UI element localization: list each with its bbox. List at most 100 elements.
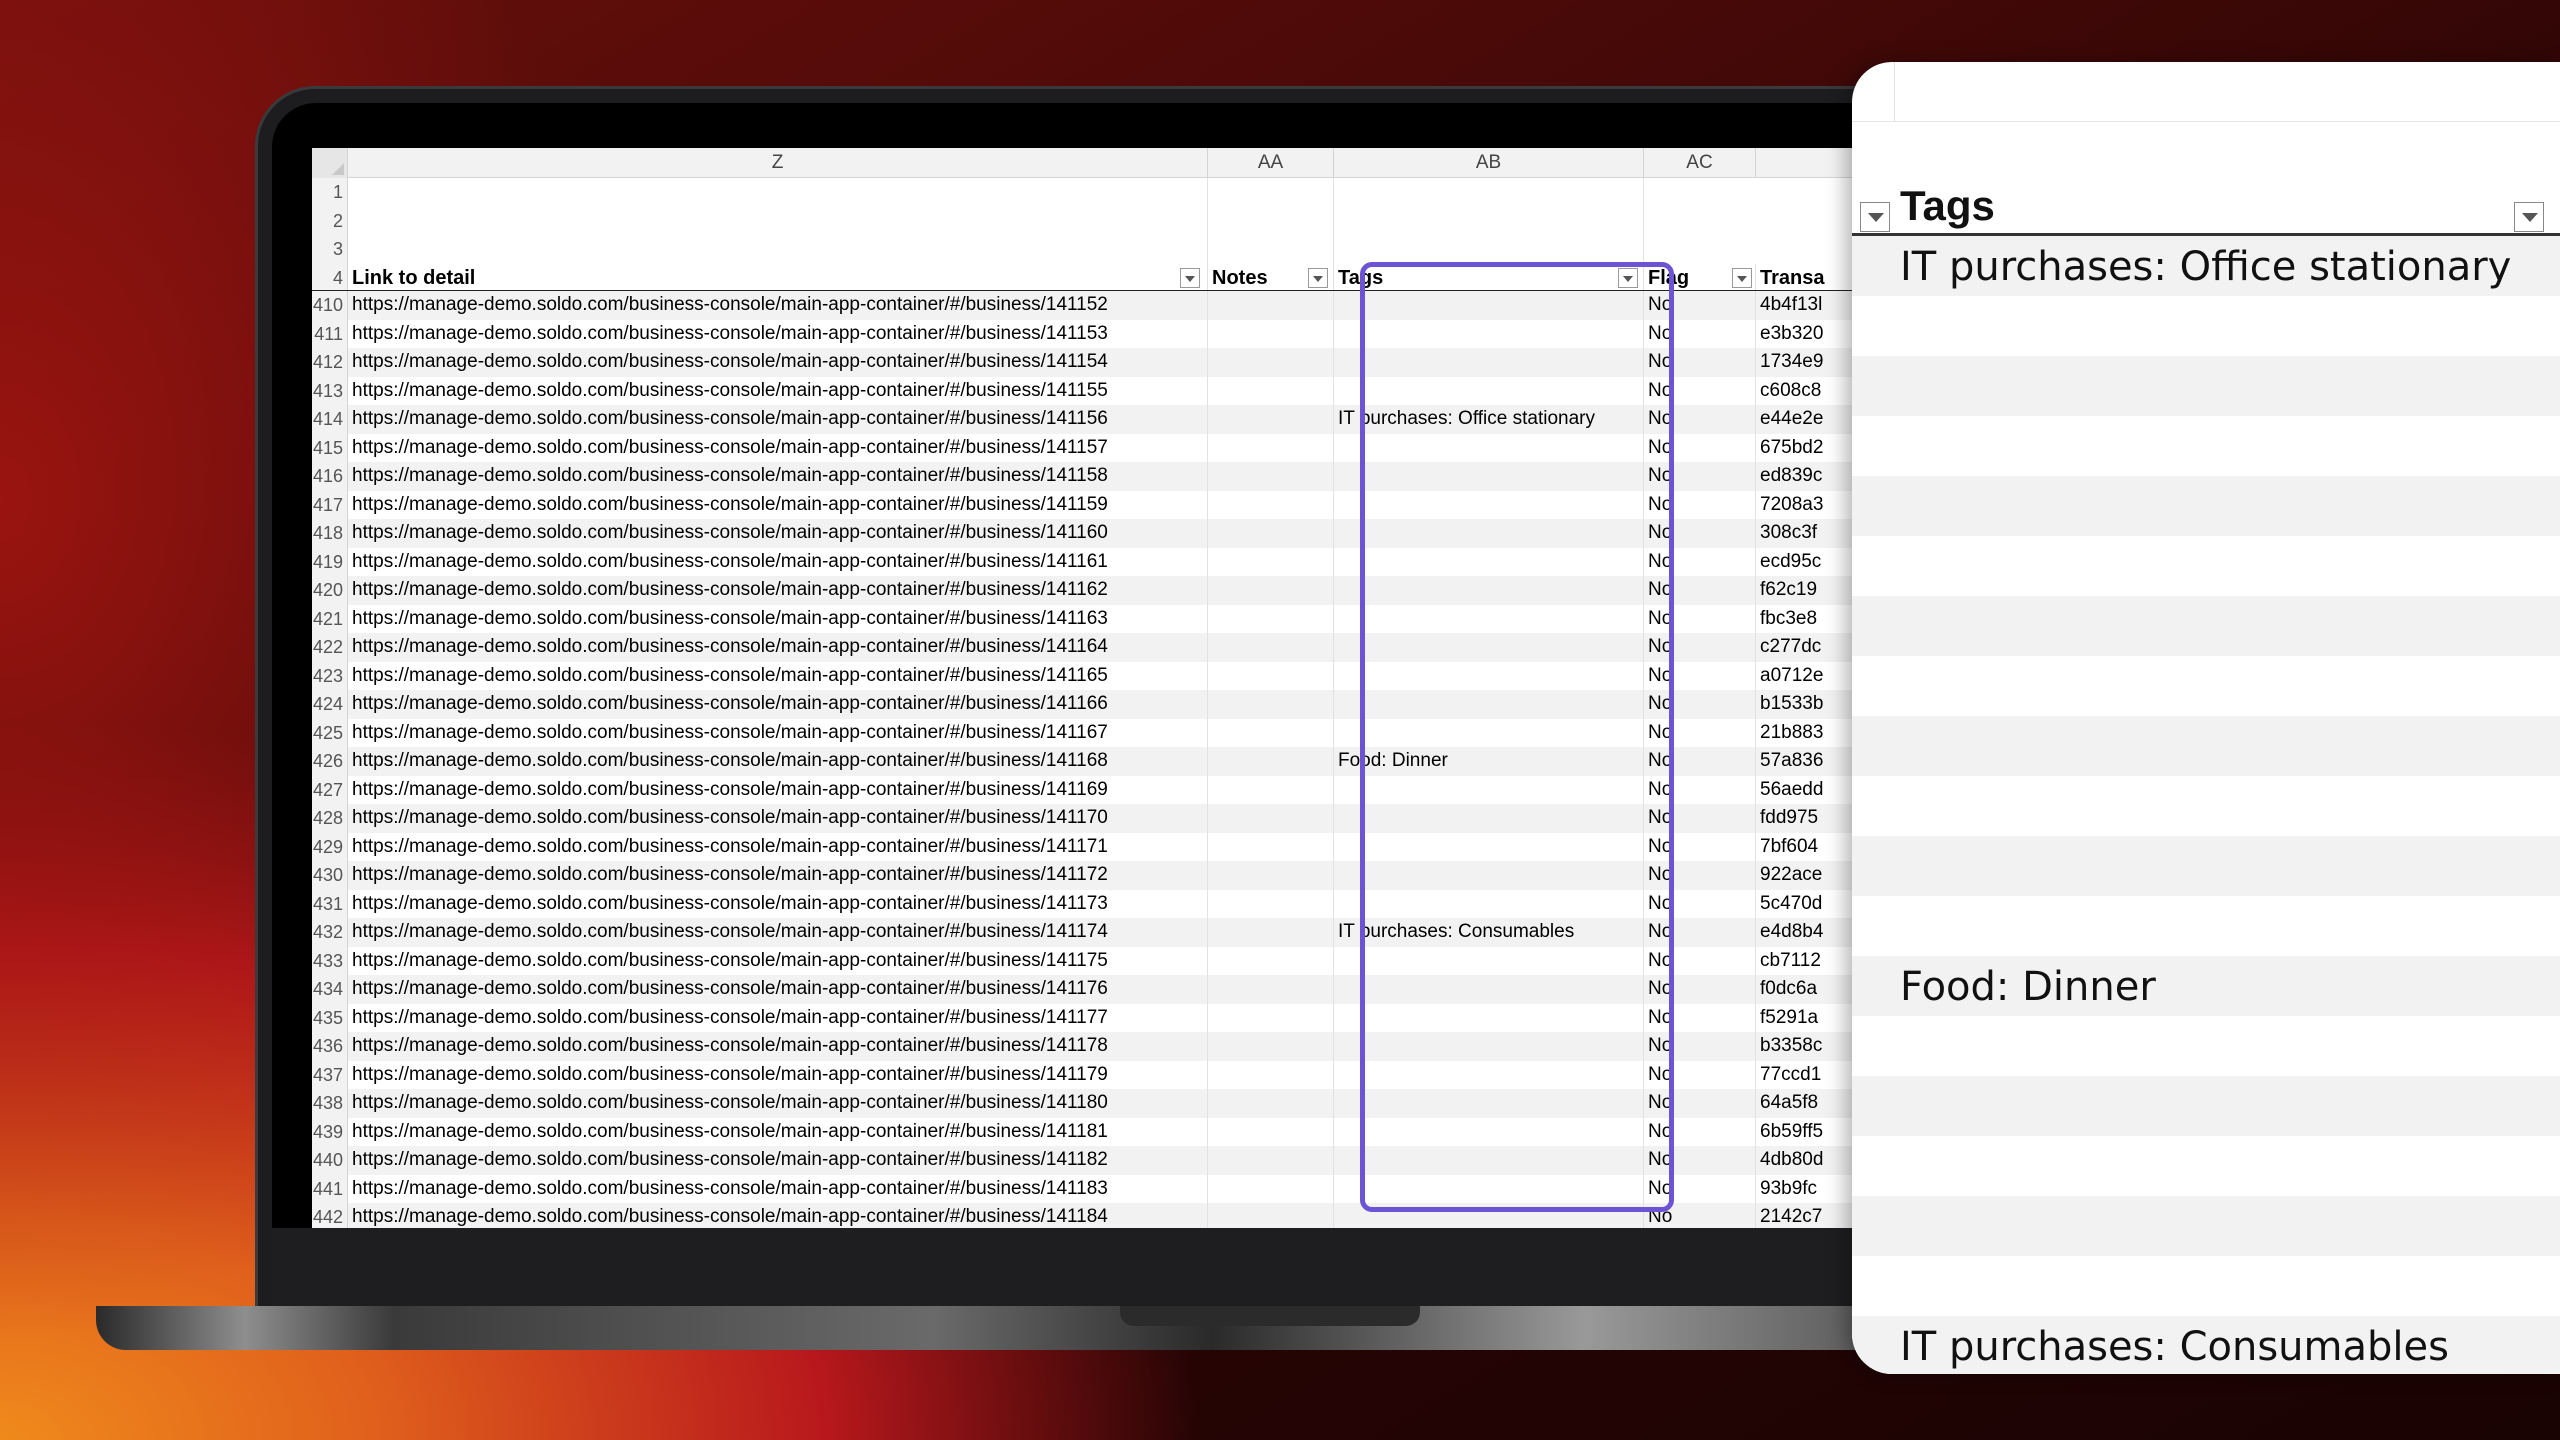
cell-notes[interactable] — [1208, 348, 1334, 377]
cell-transaction[interactable]: ecd95c — [1756, 548, 1860, 577]
cell-notes[interactable] — [1208, 291, 1334, 320]
row-number[interactable]: 410 — [312, 291, 348, 320]
cell-notes[interactable] — [1208, 376, 1334, 405]
cell-transaction[interactable]: 6b59ff5 — [1756, 1118, 1860, 1147]
cell-transaction[interactable]: 675bd2 — [1756, 434, 1860, 463]
cell-notes[interactable] — [1208, 547, 1334, 576]
row-number[interactable]: 433 — [312, 946, 348, 975]
cell[interactable] — [1208, 235, 1334, 264]
cell-link[interactable]: https://manage-demo.soldo.com/business-c… — [348, 1089, 1208, 1118]
cell-notes[interactable] — [1208, 918, 1334, 947]
cell-notes[interactable] — [1208, 861, 1334, 890]
cell-link[interactable]: https://manage-demo.soldo.com/business-c… — [348, 804, 1208, 833]
cell-link[interactable]: https://manage-demo.soldo.com/business-c… — [348, 633, 1208, 662]
cell-link[interactable]: https://manage-demo.soldo.com/business-c… — [348, 291, 1208, 320]
header-transaction[interactable]: Transa — [1756, 264, 1860, 291]
row-number[interactable]: 2 — [312, 206, 348, 235]
cell-transaction[interactable]: 64a5f8 — [1756, 1089, 1860, 1118]
cell-transaction[interactable]: 56aedd — [1756, 776, 1860, 805]
select-all-corner[interactable] — [312, 148, 348, 178]
cell-link[interactable]: https://manage-demo.soldo.com/business-c… — [348, 747, 1208, 776]
cell-notes[interactable] — [1208, 462, 1334, 491]
cell-notes[interactable] — [1208, 832, 1334, 861]
row-number[interactable]: 1 — [312, 178, 348, 207]
cell[interactable] — [1334, 178, 1644, 207]
cell-transaction[interactable]: 1734e9 — [1756, 348, 1860, 377]
cell-transaction[interactable]: 57a836 — [1756, 747, 1860, 776]
cell-transaction[interactable]: 4b4f13l — [1756, 291, 1860, 320]
row-number[interactable]: 421 — [312, 604, 348, 633]
row-number[interactable]: 428 — [312, 804, 348, 833]
row-number[interactable]: 432 — [312, 918, 348, 947]
row-number[interactable]: 416 — [312, 462, 348, 491]
row-number[interactable]: 413 — [312, 376, 348, 405]
row-number[interactable]: 438 — [312, 1089, 348, 1118]
cell-notes[interactable] — [1208, 1203, 1334, 1228]
cell-link[interactable]: https://manage-demo.soldo.com/business-c… — [348, 1117, 1208, 1146]
row-number[interactable]: 439 — [312, 1117, 348, 1146]
cell-notes[interactable] — [1208, 718, 1334, 747]
cell-link[interactable]: https://manage-demo.soldo.com/business-c… — [348, 1003, 1208, 1032]
cell-transaction[interactable]: b3358c — [1756, 1032, 1860, 1061]
row-number[interactable]: 414 — [312, 405, 348, 434]
cell-transaction[interactable]: a0712e — [1756, 662, 1860, 691]
cell-notes[interactable] — [1208, 1117, 1334, 1146]
cell-transaction[interactable]: 7208a3 — [1756, 491, 1860, 520]
column-header-ab[interactable]: AB — [1334, 148, 1644, 178]
row-number[interactable]: 425 — [312, 718, 348, 747]
cell-notes[interactable] — [1208, 633, 1334, 662]
row-number[interactable]: 440 — [312, 1146, 348, 1175]
row-number[interactable]: 434 — [312, 975, 348, 1004]
cell-notes[interactable] — [1208, 405, 1334, 434]
cell-transaction[interactable]: 922ace — [1756, 861, 1860, 890]
cell-notes[interactable] — [1208, 490, 1334, 519]
cell-notes[interactable] — [1208, 604, 1334, 633]
cell-transaction[interactable]: c608c8 — [1756, 377, 1860, 406]
cell-notes[interactable] — [1208, 519, 1334, 548]
cell-link[interactable]: https://manage-demo.soldo.com/business-c… — [348, 1032, 1208, 1061]
cell-link[interactable]: https://manage-demo.soldo.com/business-c… — [348, 1060, 1208, 1089]
row-number[interactable]: 422 — [312, 633, 348, 662]
cell-link[interactable]: https://manage-demo.soldo.com/business-c… — [348, 1203, 1208, 1228]
cell-link[interactable]: https://manage-demo.soldo.com/business-c… — [348, 690, 1208, 719]
cell-link[interactable]: https://manage-demo.soldo.com/business-c… — [348, 975, 1208, 1004]
cell-notes[interactable] — [1208, 775, 1334, 804]
cell-notes[interactable] — [1208, 1060, 1334, 1089]
row-number[interactable]: 3 — [312, 235, 348, 264]
cell-notes[interactable] — [1208, 946, 1334, 975]
cell-transaction[interactable]: e3b320 — [1756, 320, 1860, 349]
cell-link[interactable]: https://manage-demo.soldo.com/business-c… — [348, 946, 1208, 975]
cell[interactable] — [1334, 235, 1644, 264]
cell-link[interactable]: https://manage-demo.soldo.com/business-c… — [348, 889, 1208, 918]
cell[interactable] — [348, 206, 1208, 235]
cell-link[interactable]: https://manage-demo.soldo.com/business-c… — [348, 718, 1208, 747]
cell-transaction[interactable]: 7bf604 — [1756, 833, 1860, 862]
row-number[interactable]: 418 — [312, 519, 348, 548]
row-number[interactable]: 417 — [312, 490, 348, 519]
cell-transaction[interactable]: f5291a — [1756, 1004, 1860, 1033]
cell[interactable] — [348, 235, 1208, 264]
cell-link[interactable]: https://manage-demo.soldo.com/business-c… — [348, 348, 1208, 377]
cell-transaction[interactable]: 5c470d — [1756, 890, 1860, 919]
filter-dropdown-icon[interactable] — [1860, 202, 1890, 232]
cell-notes[interactable] — [1208, 1003, 1334, 1032]
cell-transaction[interactable]: 2142c7 — [1756, 1203, 1860, 1228]
cell-notes[interactable] — [1208, 690, 1334, 719]
cell-link[interactable]: https://manage-demo.soldo.com/business-c… — [348, 462, 1208, 491]
column-header-ac[interactable]: AC — [1644, 148, 1756, 178]
cell-transaction[interactable]: 77ccd1 — [1756, 1061, 1860, 1090]
filter-dropdown-icon[interactable] — [1732, 267, 1752, 288]
cell-transaction[interactable]: 308c3f — [1756, 519, 1860, 548]
cell-transaction[interactable]: ed839c — [1756, 462, 1860, 491]
cell-transaction[interactable]: b1533b — [1756, 690, 1860, 719]
cell-notes[interactable] — [1208, 1032, 1334, 1061]
column-header-z[interactable]: Z — [348, 148, 1208, 178]
cell[interactable] — [1334, 206, 1644, 235]
cell-transaction[interactable]: 21b883 — [1756, 719, 1860, 748]
cell-link[interactable]: https://manage-demo.soldo.com/business-c… — [348, 918, 1208, 947]
cell-transaction[interactable]: 4db80d — [1756, 1146, 1860, 1175]
row-number[interactable]: 427 — [312, 775, 348, 804]
cell-link[interactable]: https://manage-demo.soldo.com/business-c… — [348, 490, 1208, 519]
cell-notes[interactable] — [1208, 1146, 1334, 1175]
cell-link[interactable]: https://manage-demo.soldo.com/business-c… — [348, 775, 1208, 804]
